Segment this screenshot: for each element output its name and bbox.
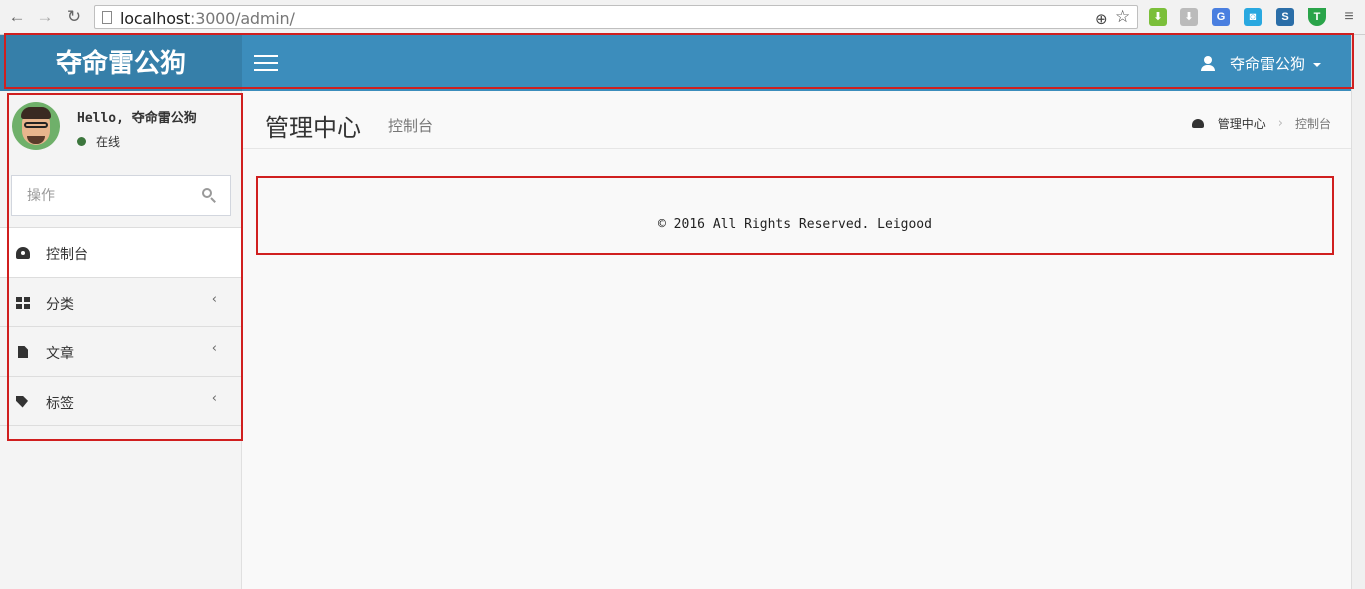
sidebar-item-dashboard[interactable]: 控制台: [0, 228, 241, 278]
tag-icon: [16, 395, 28, 408]
file-icon: [18, 346, 28, 358]
dashboard-icon: [1191, 119, 1204, 128]
chevron-left-icon: ‹: [211, 291, 217, 307]
chevron-left-icon: ‹: [211, 390, 217, 406]
page-title: 管理中心: [265, 114, 361, 142]
page-scrollbar[interactable]: [1351, 35, 1365, 589]
search-icon[interactable]: [202, 188, 216, 203]
reload-icon[interactable]: ↻: [65, 8, 83, 26]
back-icon[interactable]: ←: [8, 8, 26, 26]
s-extension-icon[interactable]: S: [1276, 8, 1294, 26]
translate-icon[interactable]: G: [1212, 8, 1230, 26]
zoom-icon[interactable]: ⊕: [1095, 10, 1108, 28]
browser-menu-icon[interactable]: ≡: [1340, 8, 1358, 26]
chevron-left-icon: ‹: [211, 341, 217, 356]
avatar: [12, 102, 60, 150]
online-status: 在线: [77, 133, 120, 150]
sidebar-toggle-icon[interactable]: [254, 55, 278, 71]
sidebar-item-label: 分类: [46, 296, 74, 313]
user-icon: [1200, 55, 1215, 72]
sidebar-menu: 控制台 分类 ‹ 文章 ‹ 标签 ‹: [0, 227, 241, 426]
logo[interactable]: 夺命雷公狗: [0, 35, 242, 91]
breadcrumb-current: 控制台: [1294, 117, 1331, 131]
breadcrumb-home-link[interactable]: 管理中心: [1218, 115, 1266, 132]
sidebar-item-label: 控制台: [46, 247, 88, 263]
content-area: 管理中心 控制台 管理中心 › 控制台 © 2016 All Rights Re…: [242, 91, 1351, 589]
user-menu[interactable]: 夺命雷公狗: [1200, 53, 1321, 74]
content-header: 管理中心 控制台 管理中心 › 控制台: [242, 91, 1351, 149]
footer: © 2016 All Rights Reserved. Leigood: [256, 176, 1334, 254]
search-input[interactable]: [12, 176, 192, 215]
user-name: 夺命雷公狗: [1229, 55, 1305, 73]
bookmark-star-icon[interactable]: ☆: [1115, 7, 1130, 27]
download-gray-icon[interactable]: ⬇: [1180, 8, 1198, 26]
sidebar-item-tag[interactable]: 标签 ‹: [0, 376, 241, 426]
page-icon: [102, 11, 112, 24]
forward-icon[interactable]: →: [36, 8, 54, 26]
user-greeting: Hello, 夺命雷公狗: [77, 111, 197, 126]
dashboard-icon: [16, 247, 30, 259]
sidebar-search: [11, 175, 231, 216]
sidebar-item-label: 文章: [46, 346, 74, 362]
download-extension-icon[interactable]: ⬇: [1149, 8, 1167, 26]
app-header: 夺命雷公狗 夺命雷公狗: [0, 35, 1351, 91]
sidebar-item-article[interactable]: 文章 ‹: [0, 327, 241, 377]
th-large-icon: [16, 296, 30, 309]
address-bar[interactable]: localhost:3000/admin/ ⊕ ☆: [94, 5, 1138, 29]
status-label: 在线: [96, 135, 121, 149]
page-subtitle: 控制台: [388, 117, 434, 135]
caret-down-icon: [1313, 63, 1321, 67]
copyright-text: © 2016 All Rights Reserved. Leigood: [658, 216, 932, 232]
breadcrumb: 管理中心 › 控制台: [1191, 115, 1331, 132]
sidebar: Hello, 夺命雷公狗 在线 控制台 分类 ‹ 文章 ‹ 标签 ‹: [0, 91, 242, 589]
breadcrumb-separator: ›: [1277, 116, 1283, 131]
screenshot-icon[interactable]: ◙: [1244, 8, 1262, 26]
browser-toolbar: ← → ↻ localhost:3000/admin/ ⊕ ☆ ⬇ ⬇ G ◙ …: [0, 0, 1365, 35]
online-dot-icon: [77, 137, 86, 146]
shield-extension-icon[interactable]: T: [1308, 8, 1326, 26]
sidebar-item-category[interactable]: 分类 ‹: [0, 277, 241, 327]
url-text[interactable]: localhost:3000/admin/: [120, 9, 295, 28]
sidebar-item-label: 标签: [46, 395, 74, 412]
